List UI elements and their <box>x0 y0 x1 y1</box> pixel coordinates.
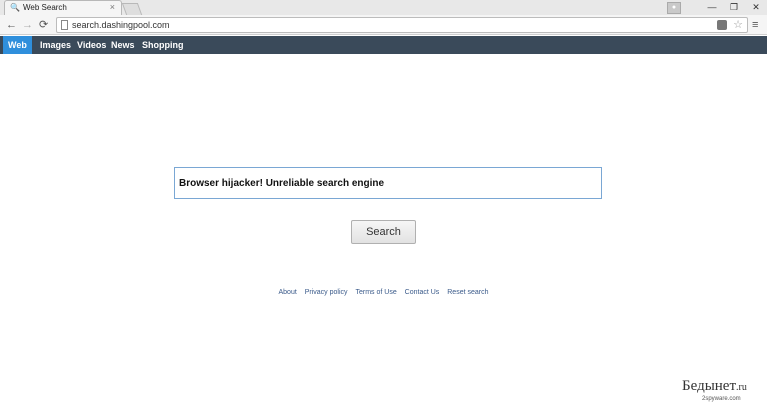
bookmark-star-icon[interactable]: ☆ <box>733 18 743 32</box>
footer-link-terms[interactable]: Terms of Use <box>355 289 396 296</box>
search-button[interactable]: Search <box>351 220 416 244</box>
page-icon <box>61 20 68 30</box>
profile-icon[interactable]: ● <box>667 1 681 14</box>
tab-title: Web Search <box>23 3 67 12</box>
browser-tab[interactable]: 🔍 Web Search × <box>4 0 122 15</box>
footer-link-privacy[interactable]: Privacy policy <box>305 289 348 296</box>
tab-strip: 🔍 Web Search × ● — ❐ ✕ <box>0 0 767 15</box>
search-box <box>174 167 602 199</box>
footer-links: About Privacy policy Terms of Use Contac… <box>0 289 767 296</box>
reload-button[interactable]: ⟳ <box>39 17 48 33</box>
restore-button[interactable]: ❐ <box>723 0 745 15</box>
search-input[interactable] <box>179 176 597 190</box>
close-window-button[interactable]: ✕ <box>745 0 767 15</box>
forward-button[interactable]: → <box>22 17 33 33</box>
nav-shopping[interactable]: Shopping <box>142 36 184 54</box>
browser-toolbar: ← → ⟳ search.dashingpool.com ☆ ≡ <box>0 15 767 35</box>
new-tab-button[interactable] <box>121 3 143 15</box>
address-bar[interactable]: search.dashingpool.com ☆ <box>56 17 748 33</box>
footer-link-about[interactable]: About <box>278 289 296 296</box>
back-button[interactable]: ← <box>6 17 17 33</box>
footer-link-contact[interactable]: Contact Us <box>405 289 440 296</box>
minimize-button[interactable]: — <box>701 0 723 15</box>
tab-close-icon[interactable]: × <box>110 2 115 13</box>
extension-icon[interactable] <box>717 20 727 30</box>
nav-videos[interactable]: Videos <box>77 36 106 54</box>
window-controls: ● — ❐ ✕ <box>667 0 767 15</box>
nav-images[interactable]: Images <box>40 36 71 54</box>
search-icon: 🔍 <box>10 3 20 12</box>
footer-link-reset[interactable]: Reset search <box>447 289 488 296</box>
browser-menu-icon[interactable]: ≡ <box>752 18 758 32</box>
url-text: search.dashingpool.com <box>72 20 170 30</box>
watermark-subtext: 2spyware.com <box>702 396 741 402</box>
nav-news[interactable]: News <box>111 36 135 54</box>
watermark: Бедынет.ru 2spyware.com <box>682 378 762 406</box>
watermark-logo: Бедынет.ru <box>682 378 747 394</box>
site-navbar: Web Images Videos News Shopping <box>0 36 767 54</box>
nav-web[interactable]: Web <box>3 36 32 54</box>
